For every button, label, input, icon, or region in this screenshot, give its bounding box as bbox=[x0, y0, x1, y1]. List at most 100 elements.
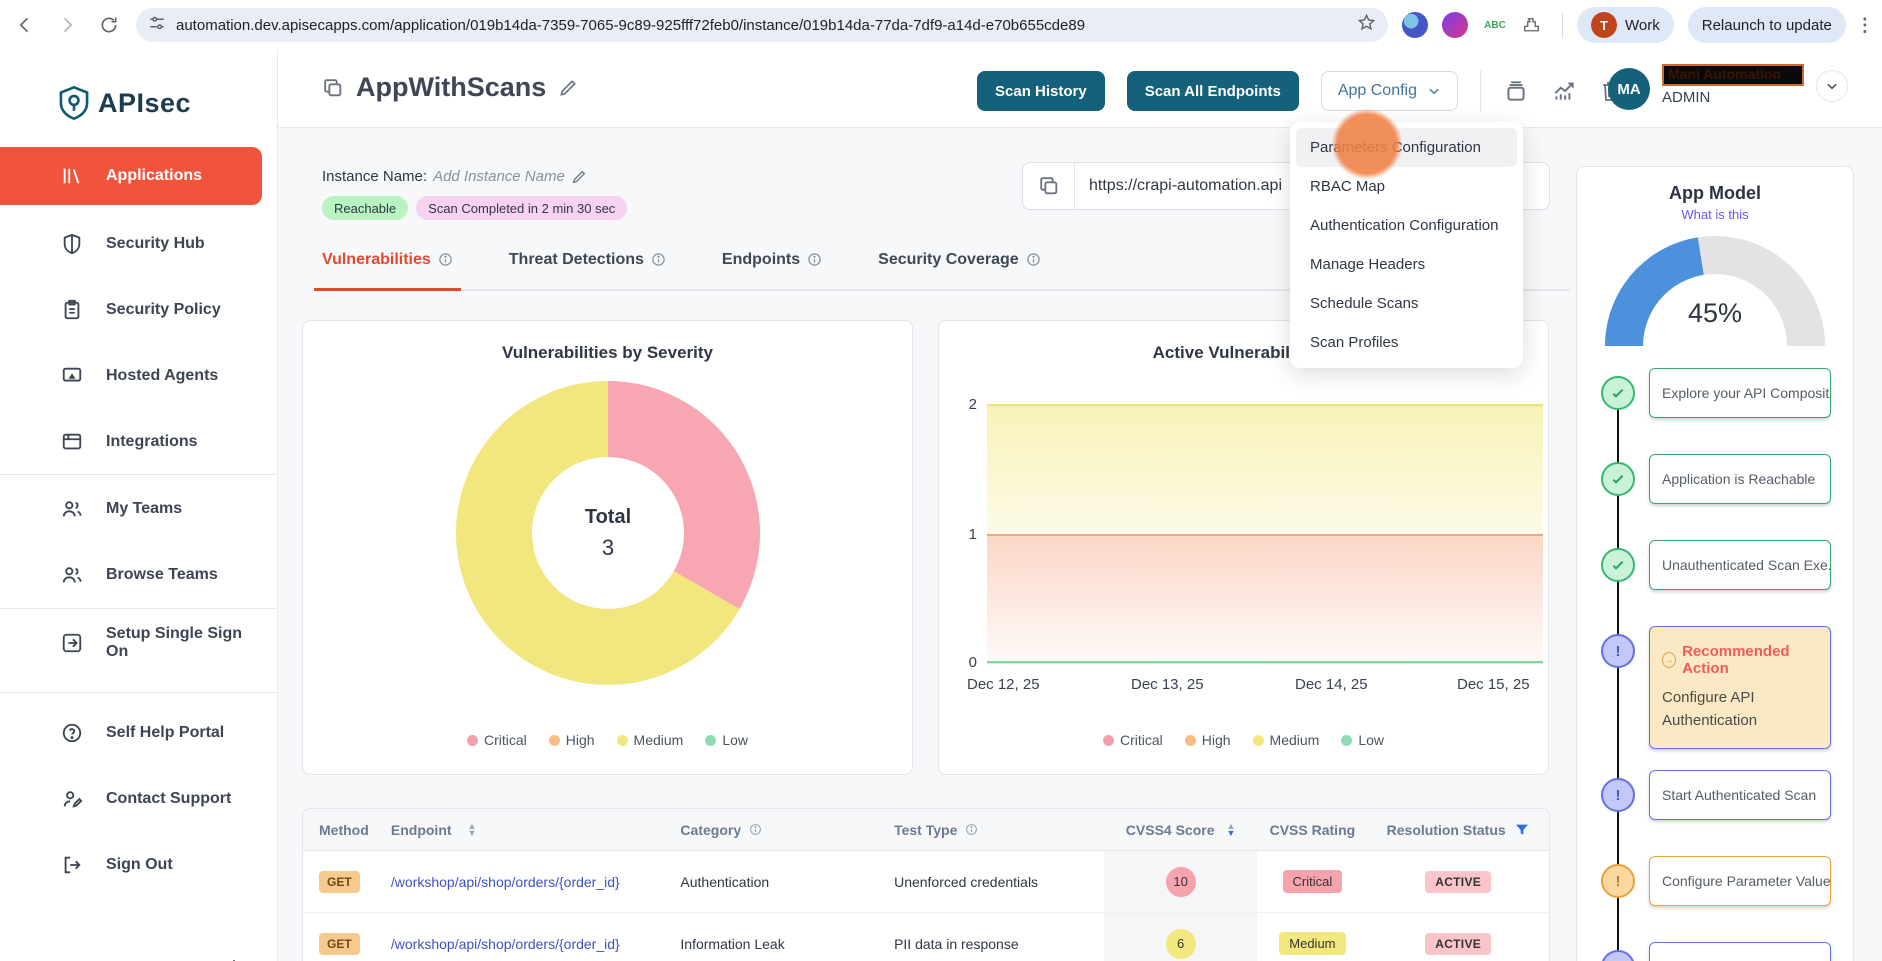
browser-address-bar[interactable]: automation.dev.apisecapps.com/applicatio… bbox=[136, 8, 1388, 42]
apisec-logo[interactable]: APIsec bbox=[58, 86, 191, 120]
sidebar-item-security-policy[interactable]: Security Policy bbox=[0, 288, 262, 332]
step-box[interactable]: Explore your API Composition bbox=[1649, 368, 1831, 418]
users-icon bbox=[60, 497, 84, 521]
info-icon[interactable] bbox=[438, 252, 453, 267]
legend-dot bbox=[549, 735, 560, 746]
tab-threat-detections[interactable]: Threat Detections bbox=[509, 246, 666, 289]
legend-item-low[interactable]: Low bbox=[1341, 732, 1384, 748]
endpoint-link[interactable]: /workshop/api/shop/orders/{order_id} bbox=[391, 874, 620, 890]
menu-item-parameters-configuration[interactable]: Parameters Configuration bbox=[1296, 128, 1517, 167]
menu-item-manage-headers[interactable]: Manage Headers bbox=[1296, 245, 1517, 284]
sidebar-item-security-hub[interactable]: Security Hub bbox=[0, 222, 262, 266]
extension-icon-2[interactable] bbox=[1442, 12, 1468, 38]
step-box[interactable]: Application is Reachable bbox=[1649, 454, 1831, 504]
sidebar-item-label: Setup Single Sign On bbox=[106, 625, 262, 661]
url-text[interactable]: automation.dev.apisecapps.com/applicatio… bbox=[176, 17, 1349, 34]
legend-item-medium[interactable]: Medium bbox=[1253, 732, 1320, 748]
browser-menu-icon[interactable]: ⋮ bbox=[1856, 15, 1874, 36]
analytics-icon[interactable] bbox=[1551, 78, 1577, 104]
sidebar-item-hosted-agents[interactable]: Hosted Agents bbox=[0, 354, 262, 398]
menu-item-scan-profiles[interactable]: Scan Profiles bbox=[1296, 323, 1517, 362]
scan-history-button[interactable]: Scan History bbox=[977, 71, 1105, 111]
extension-icon-1[interactable] bbox=[1402, 12, 1428, 38]
what-is-this-link[interactable]: What is this bbox=[1577, 207, 1853, 222]
tab-security-coverage[interactable]: Security Coverage bbox=[878, 246, 1041, 289]
sort-icon[interactable]: ▲▼ bbox=[468, 823, 477, 837]
table-row[interactable]: GET /workshop/api/shop/orders/{order_id}… bbox=[303, 851, 1549, 913]
sidebar-item-contact-support[interactable]: Contact Support bbox=[0, 777, 262, 821]
info-icon[interactable] bbox=[1026, 252, 1041, 267]
archive-icon[interactable] bbox=[1503, 78, 1529, 104]
sidebar-item-self-help[interactable]: Self Help Portal bbox=[0, 711, 262, 755]
scan-all-endpoints-button[interactable]: Scan All Endpoints bbox=[1127, 71, 1299, 111]
browser-reload-icon[interactable] bbox=[92, 8, 126, 42]
menu-item-schedule-scans[interactable]: Schedule Scans bbox=[1296, 284, 1517, 323]
col-endpoint[interactable]: Endpoint ▲▼ bbox=[391, 822, 681, 838]
instance-url-text[interactable]: https://crapi-automation.api bbox=[1075, 177, 1296, 195]
menu-item-rbac-map[interactable]: RBAC Map bbox=[1296, 167, 1517, 206]
exclamation-circle-icon: ! bbox=[1601, 950, 1635, 961]
user-menu[interactable]: MA Mani Automation ADMIN bbox=[1608, 64, 1848, 110]
active-vulnerabilities-card: Active Vulnerabilities - 2 1 0 Dec 12, 2… bbox=[938, 320, 1549, 775]
browser-profile-button[interactable]: T Work bbox=[1577, 7, 1674, 43]
stacked-area-plot[interactable] bbox=[987, 404, 1543, 664]
sidebar-item-integrations[interactable]: Integrations bbox=[0, 420, 262, 464]
legend-label: Medium bbox=[634, 732, 684, 748]
sidebar-item-label: Applications bbox=[106, 167, 202, 185]
logo-text: APIsec bbox=[98, 88, 191, 119]
sidebar-item-label: Sign Out bbox=[106, 856, 173, 874]
legend-item-critical[interactable]: Critical bbox=[1103, 732, 1163, 748]
severity-donut-chart[interactable]: Total 3 bbox=[456, 381, 760, 685]
step-box[interactable]: Configure Parameter Values bbox=[1649, 856, 1831, 906]
menu-item-authentication-configuration[interactable]: Authentication Configuration bbox=[1296, 206, 1517, 245]
col-cvss-rating[interactable]: CVSS Rating bbox=[1257, 822, 1367, 838]
app-config-dropdown: Parameters Configuration RBAC Map Authen… bbox=[1290, 122, 1523, 368]
legend-item-medium[interactable]: Medium bbox=[617, 732, 684, 748]
site-settings-icon[interactable] bbox=[148, 14, 166, 37]
sidebar-item-my-teams[interactable]: My Teams bbox=[0, 487, 262, 531]
sign-out-icon bbox=[60, 853, 84, 877]
user-chevron-icon[interactable] bbox=[1816, 70, 1848, 102]
extensions-puzzle-icon[interactable] bbox=[1514, 8, 1548, 42]
step-box[interactable]: Start Authenticated Scan bbox=[1649, 770, 1831, 820]
sidebar-collapse-icon[interactable] bbox=[228, 955, 252, 961]
sidebar-item-label: Hosted Agents bbox=[106, 367, 218, 385]
relaunch-update-button[interactable]: Relaunch to update bbox=[1688, 7, 1846, 43]
info-icon bbox=[749, 823, 762, 836]
sidebar-item-applications[interactable]: Applications bbox=[0, 147, 262, 205]
tab-vulnerabilities[interactable]: Vulnerabilities bbox=[322, 246, 453, 289]
step-box[interactable] bbox=[1649, 942, 1831, 961]
browser-back-icon[interactable] bbox=[8, 8, 42, 42]
col-test-type[interactable]: Test Type bbox=[894, 822, 1104, 838]
browser-forward-icon[interactable] bbox=[50, 8, 84, 42]
cvss-rating-badge: Critical bbox=[1283, 870, 1343, 893]
table-row[interactable]: GET /workshop/api/shop/orders/{order_id}… bbox=[303, 913, 1549, 961]
instance-name-placeholder[interactable]: Add Instance Name bbox=[433, 168, 565, 185]
legend-item-low[interactable]: Low bbox=[705, 732, 748, 748]
extension-icon-abc[interactable]: ABC bbox=[1482, 12, 1508, 38]
edit-title-icon[interactable] bbox=[558, 78, 578, 98]
step-box[interactable]: Unauthenticated Scan Exe... bbox=[1649, 540, 1831, 590]
legend-item-high[interactable]: High bbox=[549, 732, 595, 748]
sidebar-item-setup-sso[interactable]: Setup Single Sign On bbox=[0, 621, 262, 665]
tab-endpoints[interactable]: Endpoints bbox=[722, 246, 822, 289]
recommended-action-box[interactable]: → Recommended Action Configure API Authe… bbox=[1649, 626, 1831, 749]
legend-item-high[interactable]: High bbox=[1185, 732, 1231, 748]
sidebar-item-browse-teams[interactable]: Browse Teams bbox=[0, 553, 262, 597]
info-icon[interactable] bbox=[807, 252, 822, 267]
endpoint-link[interactable]: /workshop/api/shop/orders/{order_id} bbox=[391, 936, 620, 952]
copy-title-icon[interactable] bbox=[322, 77, 344, 99]
clipboard-icon bbox=[60, 298, 84, 322]
col-resolution-status[interactable]: Resolution Status bbox=[1367, 822, 1549, 838]
sort-icon-active[interactable]: ▲▼ bbox=[1227, 823, 1236, 837]
col-method[interactable]: Method bbox=[303, 822, 391, 838]
legend-item-critical[interactable]: Critical bbox=[467, 732, 527, 748]
col-category[interactable]: Category bbox=[680, 822, 894, 838]
sidebar-item-sign-out[interactable]: Sign Out bbox=[0, 843, 262, 887]
copy-url-icon[interactable] bbox=[1023, 163, 1075, 209]
col-cvss4-score[interactable]: CVSS4 Score ▲▼ bbox=[1104, 809, 1258, 850]
app-config-button[interactable]: App Config bbox=[1321, 71, 1458, 111]
bookmark-star-icon[interactable] bbox=[1357, 13, 1376, 37]
edit-instance-icon[interactable] bbox=[571, 169, 587, 185]
info-icon[interactable] bbox=[651, 252, 666, 267]
